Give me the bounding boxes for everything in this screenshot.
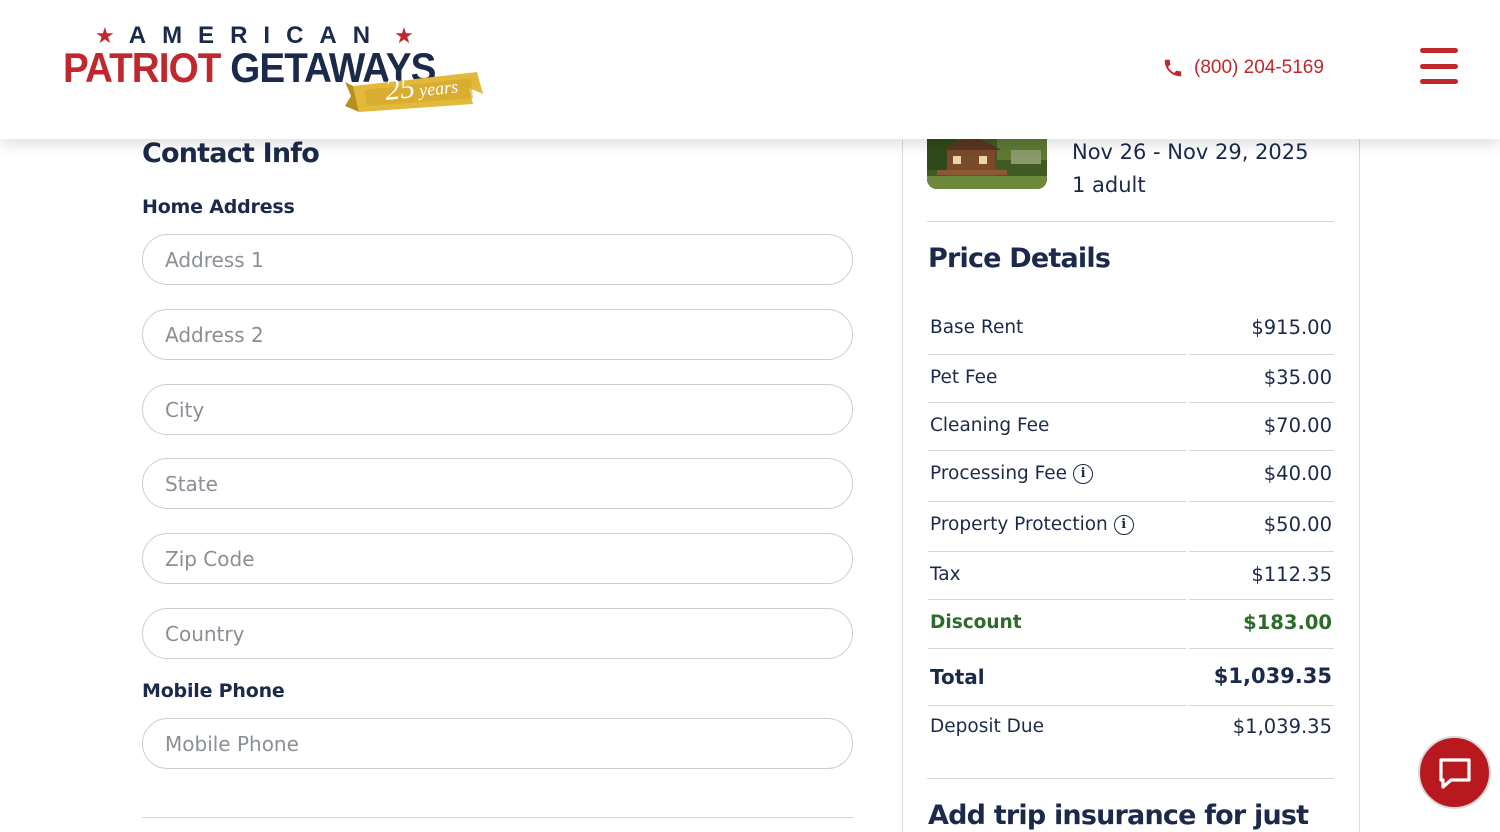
price-row-label: Property Protection	[930, 514, 1108, 535]
zip-code-field[interactable]	[142, 533, 853, 584]
price-row-amount: $35.00	[1263, 366, 1332, 389]
phone-number: (800) 204-5169	[1194, 57, 1324, 78]
phone-link[interactable]: (800) 204-5169	[1162, 56, 1324, 80]
price-row-tax: Tax $112.35	[928, 552, 1334, 600]
info-icon[interactable]: i	[1113, 514, 1134, 535]
country-field[interactable]	[142, 608, 853, 659]
price-row-amount: $70.00	[1263, 414, 1332, 437]
address2-field[interactable]	[142, 309, 853, 360]
price-row-label: Cleaning Fee	[930, 415, 1050, 436]
price-row-total: Total $1,039.35	[928, 649, 1334, 706]
menu-bar	[1420, 48, 1458, 53]
info-icon[interactable]: i	[1073, 463, 1094, 484]
logo-patriot-text: PATRIOT	[63, 44, 221, 91]
price-row-label: Tax	[930, 564, 961, 585]
menu-bar	[1420, 63, 1458, 69]
form-divider	[142, 817, 853, 818]
mobile-phone-field[interactable]	[142, 718, 853, 769]
price-row-amount: $1,039.35	[1213, 664, 1332, 688]
price-details-title: Price Details	[928, 243, 1111, 274]
phone-icon	[1164, 59, 1182, 77]
summary-divider	[927, 778, 1334, 779]
price-row-amount: $915.00	[1251, 316, 1332, 339]
price-row-cleaning-fee: Cleaning Fee $70.00	[928, 403, 1334, 451]
price-row-pet-fee: Pet Fee $35.00	[928, 355, 1334, 403]
price-details-table: Base Rent $915.00 Pet Fee $35.00 Cleanin…	[928, 302, 1334, 754]
price-row-label: Processing Fee	[930, 463, 1068, 484]
price-row-amount: $1,039.35	[1232, 715, 1332, 738]
price-row-label: Total	[930, 665, 985, 689]
trip-dates: Nov 26 - Nov 29, 2025	[1072, 140, 1309, 164]
logo-badge-word: years	[418, 76, 459, 101]
price-row-label: Pet Fee	[930, 367, 998, 388]
summary-divider	[927, 221, 1334, 222]
site-logo[interactable]: ★ AMERICAN ★ PATRIOT GETAWAYS 25 years	[60, 18, 490, 123]
price-row-property-protection: Property Protection i $50.00	[928, 502, 1334, 552]
home-address-label: Home Address	[142, 196, 295, 218]
menu-bar	[1420, 79, 1458, 84]
mobile-phone-label: Mobile Phone	[142, 680, 285, 702]
price-row-label: Discount	[930, 612, 1022, 633]
price-row-discount: Discount $183.00	[928, 600, 1334, 649]
price-row-deposit-due: Deposit Due $1,039.35	[928, 706, 1334, 754]
logo-badge-number: 25	[383, 70, 417, 107]
chat-bubble-icon	[1438, 757, 1471, 789]
price-row-amount: $112.35	[1251, 563, 1332, 586]
state-field[interactable]	[142, 458, 853, 509]
address1-field[interactable]	[142, 234, 853, 285]
trip-guests: 1 adult	[1072, 173, 1146, 197]
price-row-base-rent: Base Rent $915.00	[928, 302, 1334, 355]
price-row-amount: $40.00	[1263, 462, 1332, 485]
price-row-label: Deposit Due	[930, 716, 1044, 737]
price-row-processing-fee: Processing Fee i $40.00	[928, 451, 1334, 502]
chat-button[interactable]	[1418, 736, 1491, 809]
price-row-amount: $50.00	[1263, 513, 1332, 536]
site-header: ★ AMERICAN ★ PATRIOT GETAWAYS 25 years (…	[0, 0, 1500, 139]
trip-insurance-title: Add trip insurance for just	[928, 800, 1309, 831]
price-row-label: Base Rent	[930, 317, 1024, 338]
hamburger-menu-icon[interactable]	[1420, 48, 1458, 84]
contact-info-title: Contact Info	[142, 138, 320, 169]
price-row-label-group: Processing Fee i	[930, 463, 1094, 484]
price-row-amount: $183.00	[1243, 611, 1332, 634]
price-row-label-group: Property Protection i	[930, 514, 1134, 535]
city-field[interactable]	[142, 384, 853, 435]
